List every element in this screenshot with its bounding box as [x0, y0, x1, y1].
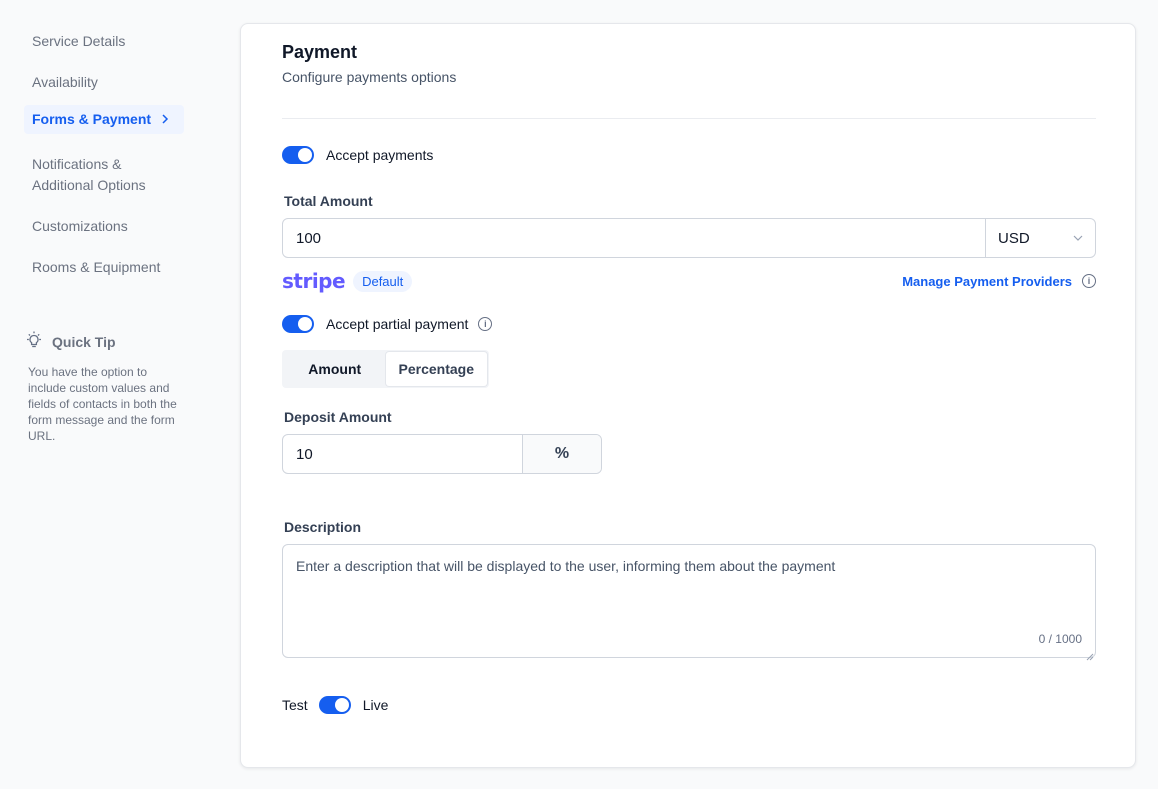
partial-payment-row: Accept partial payment i [282, 315, 1096, 333]
stripe-logo: stripe [282, 269, 346, 293]
chevron-down-icon [1073, 233, 1083, 244]
quick-tip-header: Quick Tip [24, 330, 184, 353]
description-input[interactable] [283, 545, 1095, 657]
description-label: Description [284, 519, 362, 535]
partial-payment-label: Accept partial payment [326, 316, 469, 332]
description-field: 0 / 1000 [282, 544, 1096, 661]
accept-payments-row: Accept payments [282, 146, 1096, 164]
sidebar-item-rooms-equipment[interactable]: Rooms & Equipment [24, 253, 184, 282]
sidebar-item-forms-payment[interactable]: Forms & Payment [24, 105, 184, 134]
deposit-amount-label: Deposit Amount [284, 409, 392, 425]
deposit-amount-input[interactable] [283, 435, 522, 473]
total-amount-input[interactable] [283, 219, 985, 257]
sidebar-item-label: Rooms & Equipment [32, 259, 161, 275]
page-title: Payment [282, 42, 358, 62]
sidebar-item-customizations[interactable]: Customizations [24, 212, 184, 241]
payment-provider-row: stripe Default Manage Payment Providers … [282, 269, 1096, 293]
total-amount-label: Total Amount [284, 193, 373, 209]
deposit-amount-group: % [282, 434, 602, 474]
sidebar-item-label: Availability [32, 74, 98, 90]
manage-providers-label: Manage Payment Providers [902, 273, 1072, 289]
manage-payment-providers-link[interactable]: Manage Payment Providers i [902, 274, 1096, 289]
provider-info: stripe Default [282, 269, 413, 293]
partial-payment-toggle[interactable] [282, 315, 314, 333]
quick-tip-body: You have the option to include custom va… [28, 365, 177, 443]
quick-tip: Quick Tip You have the option to include… [24, 330, 184, 444]
page-subtitle: Configure payments options [282, 69, 457, 85]
info-icon[interactable]: i [1082, 274, 1096, 288]
resize-handle-icon[interactable] [1086, 648, 1094, 661]
test-live-switch: Test Live [282, 696, 1096, 714]
sidebar-item-label: Service Details [32, 33, 126, 49]
sidebar-item-label: Notifications & Additional Options [32, 156, 146, 193]
default-badge: Default [353, 270, 413, 292]
live-label: Live [362, 697, 389, 713]
quick-tip-title: Quick Tip [52, 333, 116, 350]
sidebar-item-notifications[interactable]: Notifications & Additional Options [24, 150, 184, 200]
sidebar-item-availability[interactable]: Availability [24, 68, 184, 97]
tab-percentage[interactable]: Percentage [385, 352, 487, 386]
currency-value: USD [998, 229, 1030, 247]
divider [282, 118, 1096, 119]
deposit-mode-tabs: Amount Percentage [282, 350, 489, 388]
test-label: Test [282, 697, 308, 713]
info-icon[interactable]: i [478, 317, 493, 331]
accept-payments-toggle[interactable] [282, 146, 314, 164]
test-live-toggle[interactable] [318, 696, 351, 714]
currency-select[interactable]: USD [985, 219, 1095, 257]
sidebar-item-label: Forms & Payment [32, 111, 152, 127]
sidebar-item-label: Customizations [32, 218, 128, 234]
sidebar: Service Details Availability Forms & Pay… [0, 0, 230, 789]
sidebar-item-service-details[interactable]: Service Details [24, 27, 184, 56]
accept-payments-label: Accept payments [326, 147, 434, 163]
lightbulb-icon [24, 330, 52, 353]
chevron-right-icon [161, 109, 169, 130]
payment-card: Payment Configure payments options Accep… [240, 23, 1136, 768]
percent-suffix: % [522, 435, 601, 473]
char-counter: 0 / 1000 [1038, 632, 1082, 646]
total-amount-group: USD [282, 218, 1096, 258]
tab-amount[interactable]: Amount [284, 352, 386, 386]
